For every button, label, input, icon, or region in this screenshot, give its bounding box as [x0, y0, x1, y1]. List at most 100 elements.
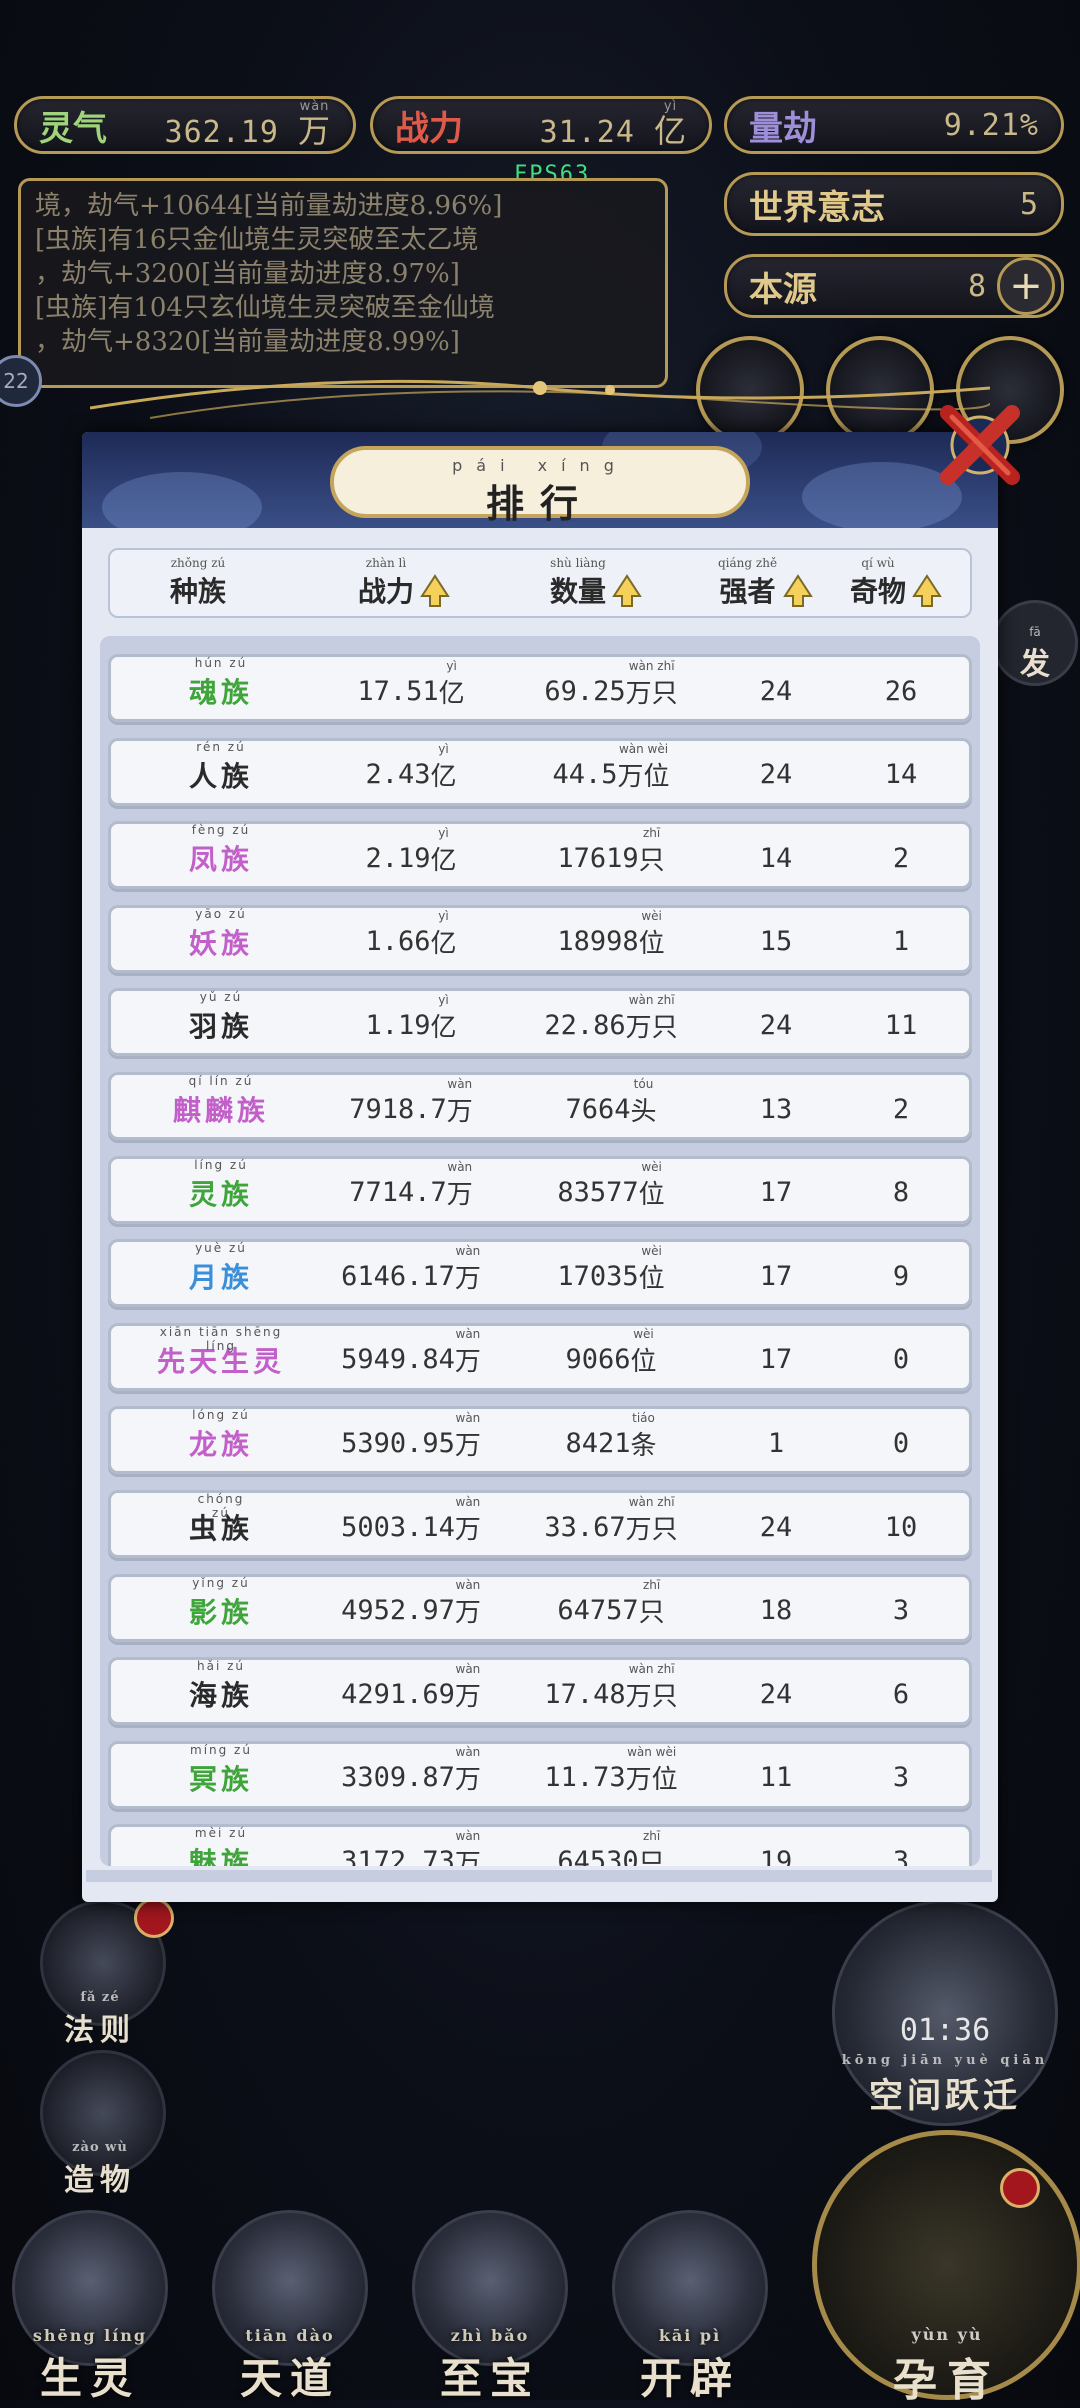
table-row[interactable]: yāo zú 妖族 1.66 yì 亿 18998 wèi 位 15 1: [108, 904, 972, 976]
zao-wu-button[interactable]: zào wù 造物: [40, 2050, 166, 2199]
power-unit: wàn 万: [455, 1244, 481, 1295]
strong-cell: 18: [731, 1577, 821, 1645]
header-strong[interactable]: qiáng zhě 强者: [718, 556, 813, 610]
race-pinyin: hún zú: [194, 656, 248, 670]
table-row[interactable]: fèng zú 凤族 2.19 yì 亿 17619 zhī 只 14 2: [108, 821, 972, 892]
lingqi-pill[interactable]: 灵气 362.19 wàn 万: [14, 96, 356, 154]
sort-arrow-icon[interactable]: [912, 574, 942, 608]
shijie-label: 世界意志: [749, 187, 885, 228]
power-cell: 1.66 yì 亿: [311, 908, 511, 976]
count-value: 44.5: [552, 759, 618, 791]
table-row[interactable]: yuè zú 月族 6146.17 wàn 万 17035 wèi 位 17 9: [108, 1239, 972, 1308]
benyuan-value: 8: [967, 268, 987, 304]
space-jump-timer: 01:36: [899, 2013, 991, 2048]
header-pinyin: shù liàng: [550, 556, 606, 570]
table-row[interactable]: hún zú 魂族 17.51 yì 亿 69.25 wàn zhī 万只 24 26: [108, 654, 972, 722]
power-cell: 17.51 yì 亿: [311, 657, 511, 725]
table-row[interactable]: líng zú 灵族 7714.7 wàn 万 83577 wèi 位 17 8: [108, 1155, 972, 1224]
space-jump-button[interactable]: 01:36 kōng jiān yuè qiān 空间跃迁: [832, 1900, 1058, 2126]
nurture-button[interactable]: yùn yù 孕育: [812, 2130, 1080, 2406]
nav-kai-pi[interactable]: kāi pì 开辟: [610, 2210, 770, 2406]
log-line: 境，劫气+10644[当前量劫进度8.96%]: [35, 191, 503, 221]
sort-arrow-icon[interactable]: [420, 574, 450, 608]
power-value: 3172.73: [341, 1845, 455, 1866]
table-row[interactable]: mèi zú 魅族 3172.73 wàn 万 64530 zhī 只 19 3: [108, 1824, 972, 1866]
power-unit-pinyin: yì: [438, 909, 449, 924]
power-unit-label: 亿: [430, 1012, 457, 1043]
notification-dot: [1000, 2168, 1040, 2208]
header-power[interactable]: zhàn lì 战力: [358, 556, 450, 610]
nav-zhi-bao[interactable]: zhì bǎo 至宝: [410, 2210, 570, 2406]
power-unit: yì 亿: [430, 909, 457, 960]
item-cell: 2: [856, 1075, 946, 1143]
benyuan-pill[interactable]: 本源 8 +: [724, 254, 1064, 318]
power-unit: wàn 万: [447, 1160, 473, 1211]
count-cell: 9066 wèi 位: [511, 1326, 711, 1394]
zhanli-value: 31.24: [539, 115, 635, 150]
header-count[interactable]: shù liàng 数量: [550, 556, 642, 610]
strong-value: 18: [759, 1595, 793, 1627]
event-log[interactable]: 境，劫气+10644[当前量劫进度8.96%] [虫族]有16只金仙境生灵突破至…: [18, 178, 668, 388]
strong-value: 11: [759, 1762, 793, 1794]
right-partial-button[interactable]: fā 发: [992, 600, 1078, 686]
count-unit: wèi 位: [631, 1327, 657, 1378]
add-benyuan-button[interactable]: +: [997, 257, 1055, 315]
strong-cell: 24: [731, 991, 821, 1059]
item-value: 3: [892, 1762, 910, 1794]
zao-wu-label: 造物: [64, 2163, 136, 2198]
power-unit-label: 亿: [430, 929, 457, 960]
race-label: 海族: [188, 1679, 253, 1713]
fa-ze-pinyin: fǎ zé: [80, 1990, 120, 2005]
power-value: 2.43: [365, 759, 431, 791]
table-row[interactable]: xiān tiān shēng líng 先天生灵 5949.84 wàn 万 9066 w…: [108, 1322, 972, 1394]
strong-cell: 14: [731, 824, 821, 892]
count-unit: zhī 只: [639, 1829, 665, 1866]
count-value: 8421: [565, 1427, 631, 1459]
sort-arrow-icon[interactable]: [783, 574, 813, 608]
race-pinyin: yǐng zú: [192, 1575, 250, 1590]
table-row[interactable]: yǐng zú 影族 4952.97 wàn 万 64757 zhī 只 18 3: [108, 1573, 972, 1645]
strong-value: 1: [767, 1427, 785, 1459]
race-pinyin: mèi zú: [194, 1826, 248, 1841]
race-cell: qí lín zú 麒麟族: [111, 1074, 331, 1143]
table-row[interactable]: yǔ zú 羽族 1.19 yì 亿 22.86 wàn zhī 万只 24 11: [108, 988, 972, 1059]
close-icon[interactable]: [930, 395, 1030, 495]
shijie-pill[interactable]: 世界意志 5: [724, 172, 1064, 236]
liangjie-pill[interactable]: 量劫 9.21%: [724, 96, 1064, 154]
table-row[interactable]: rén zú 人族 2.43 yì 亿 44.5 wàn wèi 万位 24 14: [108, 737, 972, 806]
sort-arrow-icon[interactable]: [612, 574, 642, 608]
table-row[interactable]: qí lín zú 麒麟族 7918.7 wàn 万 7664 tóu 头 13 2: [108, 1072, 972, 1140]
nav-tian-dao[interactable]: tiān dào 天道: [210, 2210, 370, 2406]
table-row[interactable]: lóng zú 龙族 5390.95 wàn 万 8421 tiáo 条 1 0: [108, 1406, 972, 1475]
item-cell: 6: [856, 1660, 946, 1728]
count-unit: wàn wèi 万位: [618, 742, 670, 793]
item-cell: 3: [856, 1577, 946, 1645]
power-unit: wàn 万: [447, 1077, 473, 1128]
table-row[interactable]: chóng zú 虫族 5003.14 wàn 万 33.67 wàn zhī 万只 24 10: [108, 1490, 972, 1558]
item-cell: 1: [856, 908, 946, 976]
race-pinyin: chóng zú: [197, 1492, 245, 1520]
race-name: hǎi zú 海族: [188, 1659, 253, 1714]
zhanli-pill[interactable]: 战力 31.24 yì 亿: [370, 96, 712, 154]
table-row[interactable]: hǎi zú 海族 4291.69 wàn 万 17.48 wàn zhī 万只 24 6: [108, 1657, 972, 1728]
count-unit: tiáo 条: [631, 1411, 657, 1462]
ranking-list[interactable]: hún zú 魂族 17.51 yì 亿 69.25 wàn zhī 万只 24 26 rén zú…: [100, 636, 980, 1866]
race-name: yǐng zú 影族: [189, 1576, 253, 1631]
zhanli-unit: 亿: [653, 112, 687, 150]
power-unit-pinyin: wàn: [455, 1327, 481, 1342]
item-value: 2: [892, 1093, 910, 1125]
table-row[interactable]: míng zú 冥族 3309.87 wàn 万 11.73 wàn wèi 万位 11 3: [108, 1740, 972, 1812]
count-value: 7664: [565, 1093, 631, 1125]
item-cell: 2: [856, 824, 946, 892]
power-unit-label: 万: [454, 1765, 481, 1796]
count-unit-label: 万只: [625, 678, 678, 709]
item-cell: 3: [856, 1827, 946, 1866]
power-value: 2.19: [365, 842, 431, 874]
header-race[interactable]: zhǒng zú 种族: [170, 556, 226, 610]
nav-sheng-ling[interactable]: shēng líng 生灵: [10, 2210, 170, 2406]
power-unit-label: 万: [454, 1514, 481, 1545]
power-unit-pinyin: wàn: [455, 1828, 481, 1843]
count-unit: wàn wèi 万位: [626, 1745, 678, 1796]
power-cell: 3309.87 wàn 万: [311, 1744, 511, 1812]
header-items[interactable]: qí wù 奇物: [850, 556, 942, 610]
